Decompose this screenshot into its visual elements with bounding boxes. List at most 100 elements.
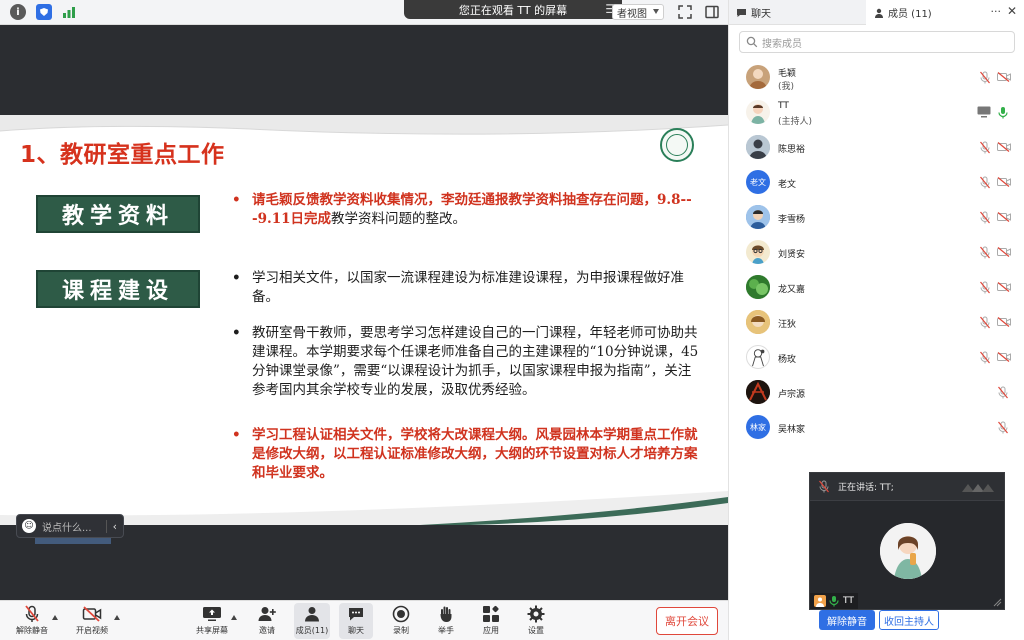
start-video-button[interactable]: 开启视频 bbox=[73, 603, 111, 639]
gear-icon bbox=[526, 605, 546, 623]
member-row[interactable]: 汪狄 bbox=[729, 305, 1024, 340]
search-placeholder: 搜索成员 bbox=[762, 38, 802, 50]
camera-off-icon bbox=[997, 72, 1011, 82]
member-row[interactable]: 陈思裕 bbox=[729, 130, 1024, 165]
add-person-icon bbox=[257, 605, 277, 623]
more-options-icon[interactable]: ··· bbox=[991, 5, 1002, 18]
avatar bbox=[746, 380, 770, 404]
shared-screen-area: 1、教研室重点工作 教学资料 课程建设 • 请毛颖反馈教学资料收集情况，李劲廷通… bbox=[0, 25, 728, 600]
bullet1-red-text: 请毛颖反馈教学资料收集情况，李劲廷通报教学资料抽查存在问题，9.8---9.11… bbox=[252, 192, 692, 227]
school-logo bbox=[660, 128, 694, 162]
mic-muted-icon bbox=[980, 316, 990, 329]
mic-muted-icon bbox=[998, 421, 1008, 434]
camera-off-icon bbox=[997, 352, 1011, 362]
info-icon[interactable]: i bbox=[10, 4, 26, 20]
window-controls-icon[interactable] bbox=[960, 481, 996, 493]
chevron-up-icon[interactable] bbox=[114, 615, 120, 620]
bullet-teaching-materials: • 请毛颖反馈教学资料收集情况，李劲廷通报教学资料抽查存在问题，9.8---9.… bbox=[232, 191, 702, 229]
member-row[interactable]: 龙又嘉 bbox=[729, 270, 1024, 305]
screen-share-banner: 您正在观看 TT 的屏幕 ☰ bbox=[404, 0, 622, 19]
invite-button[interactable]: 邀请 bbox=[250, 603, 284, 639]
tab-chat-label: 聊天 bbox=[751, 9, 771, 20]
resize-handle-icon[interactable] bbox=[992, 597, 1002, 607]
member-name: 杨玫 bbox=[778, 355, 797, 365]
chevron-down-icon bbox=[653, 9, 659, 14]
camera-off-icon bbox=[997, 212, 1011, 222]
bullet2-text: 学习相关文件，以国家一流课程建设为标准建设课程，为申报课程做好准备。 bbox=[252, 270, 684, 305]
camera-off-icon bbox=[82, 605, 102, 623]
unmute-button[interactable]: 解除静音 bbox=[12, 603, 52, 639]
panel-tabs: 聊天 成员 (11) ··· ✕ bbox=[729, 0, 1024, 25]
member-row[interactable]: 林家 吴林家 bbox=[729, 410, 1024, 445]
mic-muted-icon bbox=[980, 176, 990, 189]
raise-hand-label: 举手 bbox=[438, 626, 454, 635]
member-name: 李雪杨 bbox=[778, 215, 806, 225]
chevron-up-icon[interactable] bbox=[52, 615, 58, 620]
member-name: 陈思裕 bbox=[778, 145, 806, 155]
avatar-mini-icon bbox=[814, 595, 826, 607]
share-screen-icon bbox=[202, 605, 222, 623]
member-role: (主持人) bbox=[778, 117, 813, 127]
chat-button[interactable]: 聊天 bbox=[339, 603, 373, 639]
tab-members-label: 成员 (11) bbox=[888, 9, 932, 20]
members-button[interactable]: 成员(11) bbox=[294, 603, 330, 639]
member-row[interactable]: 毛颖 (我) bbox=[729, 60, 1024, 95]
member-row[interactable]: 卢宗源 bbox=[729, 375, 1024, 410]
mic-muted-icon bbox=[980, 141, 990, 154]
member-search-input[interactable]: 搜索成员 bbox=[739, 31, 1015, 53]
mic-active-icon bbox=[829, 596, 839, 607]
slide-title: 1、教研室重点工作 bbox=[20, 142, 225, 168]
view-mode-select[interactable]: 者视图 bbox=[612, 4, 664, 20]
tab-members[interactable]: 成员 (11) ··· ✕ bbox=[866, 0, 1024, 25]
mic-muted-icon bbox=[22, 605, 42, 623]
emoji-icon[interactable]: ☺ bbox=[22, 519, 36, 533]
apps-button[interactable]: 应用 bbox=[474, 603, 508, 639]
search-icon bbox=[746, 36, 758, 48]
fullscreen-icon[interactable] bbox=[677, 4, 693, 20]
leave-meeting-button[interactable]: 离开会议 bbox=[656, 607, 718, 635]
member-name: 卢宗源 bbox=[778, 390, 806, 400]
members-label: 成员(11) bbox=[295, 626, 329, 635]
member-row[interactable]: 刘贤安 bbox=[729, 235, 1024, 270]
start-video-label: 开启视频 bbox=[76, 626, 108, 635]
member-row[interactable]: 李雪杨 bbox=[729, 200, 1024, 235]
chat-bubble-icon bbox=[346, 605, 366, 623]
camera-off-icon bbox=[997, 247, 1011, 257]
active-speaker-window[interactable]: 正在讲话: TT; TT bbox=[809, 472, 1005, 610]
share-screen-label: 共享屏幕 bbox=[196, 626, 228, 635]
chevron-up-icon[interactable] bbox=[231, 615, 237, 620]
speaker-avatar bbox=[880, 523, 936, 579]
member-row[interactable]: 老文 老文 bbox=[729, 165, 1024, 200]
security-shield-icon[interactable] bbox=[36, 4, 52, 20]
apps-grid-icon bbox=[481, 605, 501, 623]
share-screen-button[interactable]: 共享屏幕 bbox=[193, 603, 231, 639]
mic-muted-icon bbox=[980, 211, 990, 224]
raise-hand-button[interactable]: 举手 bbox=[429, 603, 463, 639]
sidebar-toggle-icon[interactable] bbox=[704, 4, 720, 20]
member-row[interactable]: 杨玫 bbox=[729, 340, 1024, 375]
panel-unmute-button[interactable]: 解除静音 bbox=[819, 610, 875, 630]
member-name: TT bbox=[778, 101, 789, 111]
avatar bbox=[746, 310, 770, 334]
raise-hand-icon bbox=[436, 605, 456, 623]
chat-input-pill[interactable]: ☺ 说点什么... ‹ bbox=[16, 514, 124, 538]
chat-label: 聊天 bbox=[348, 626, 364, 635]
avatar bbox=[746, 345, 770, 369]
tab-chat[interactable]: 聊天 bbox=[729, 0, 866, 25]
share-screen-icon bbox=[977, 106, 991, 118]
settings-button[interactable]: 设置 bbox=[519, 603, 553, 639]
presentation-slide: 1、教研室重点工作 教学资料 课程建设 • 请毛颖反馈教学资料收集情况，李劲廷通… bbox=[0, 115, 728, 525]
speaking-indicator: 正在讲话: TT; bbox=[838, 483, 894, 493]
meeting-toolbar: 解除静音 开启视频 共享屏幕 邀请 成员(11) 聊天 录制 举手 应用 设置 … bbox=[0, 600, 728, 640]
member-name: 汪狄 bbox=[778, 320, 797, 330]
collapse-arrow-icon[interactable]: ‹ bbox=[105, 519, 123, 533]
bullet-dot: • bbox=[232, 427, 241, 443]
bullet-core-teachers: • 教研室骨干教师，要思考学习怎样建设自己的一门课程，年轻老师可协助共建课程。本… bbox=[232, 324, 702, 400]
camera-off-icon bbox=[997, 177, 1011, 187]
reclaim-host-button[interactable]: 收回主持人 bbox=[879, 610, 939, 630]
member-name: 老文 bbox=[778, 180, 797, 190]
signal-icon[interactable] bbox=[61, 4, 77, 20]
member-row[interactable]: TT (主持人) bbox=[729, 95, 1024, 130]
record-button[interactable]: 录制 bbox=[384, 603, 418, 639]
close-icon[interactable]: ✕ bbox=[1007, 4, 1017, 18]
